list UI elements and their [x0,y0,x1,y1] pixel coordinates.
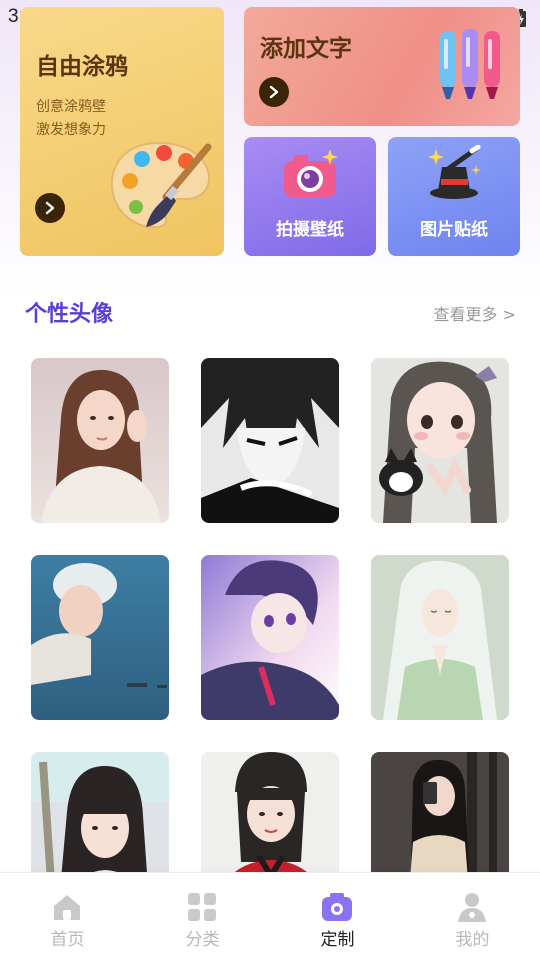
tab-customize-label: 定制 [320,930,355,950]
tab-category-label: 分类 [185,930,220,950]
section-title: 个性头像 [25,302,114,327]
tab-mine[interactable]: 我的 [405,873,540,960]
grid-icon [186,891,218,923]
doodle-title: 自由涂鸦 [36,54,128,80]
tab-home-label: 首页 [50,930,85,950]
photo-wallpaper-card[interactable]: 拍摄壁纸 [244,137,376,256]
see-more-link[interactable]: 查看更多 > [434,301,517,325]
avatar-anime-boy-purple[interactable] [201,555,339,720]
tab-category[interactable]: 分类 [135,873,270,960]
tab-mine-label: 我的 [455,930,490,950]
doodle-go-button[interactable] [35,193,65,223]
avatar-anime-boy-mono[interactable] [201,358,339,523]
add-text-go-button[interactable] [259,77,289,107]
doodle-subtitle-line2: 激发想象力 [36,122,106,138]
image-sticker-card[interactable]: 图片贴纸 [388,137,520,256]
doodle-card[interactable]: 自由涂鸦 创意涂鸦壁 激发想象力 [20,7,224,256]
photo-wallpaper-label: 拍摄壁纸 [276,220,344,240]
palette-icon [106,135,218,235]
add-text-title: 添加文字 [260,36,352,62]
tab-bar: 首页 分类 定制 我的 [0,872,540,960]
tab-customize[interactable]: 定制 [270,873,405,960]
avatar-girl-sweater[interactable] [31,358,169,523]
markers-icon [436,25,506,105]
avatar-boy-sea[interactable] [31,555,169,720]
person-icon [456,891,488,923]
image-sticker-label: 图片贴纸 [420,220,488,240]
avatar-anime-girl-kuromi[interactable] [371,358,509,523]
magic-hat-icon [426,144,484,203]
add-text-card[interactable]: 添加文字 [244,7,520,126]
doodle-subtitle-line1: 创意涂鸦壁 [36,99,106,115]
tab-home[interactable]: 首页 [0,873,135,960]
camera-icon [280,147,340,203]
home-icon [51,891,83,923]
camera-icon [321,891,353,923]
avatar-girl-white-hair[interactable] [371,555,509,720]
